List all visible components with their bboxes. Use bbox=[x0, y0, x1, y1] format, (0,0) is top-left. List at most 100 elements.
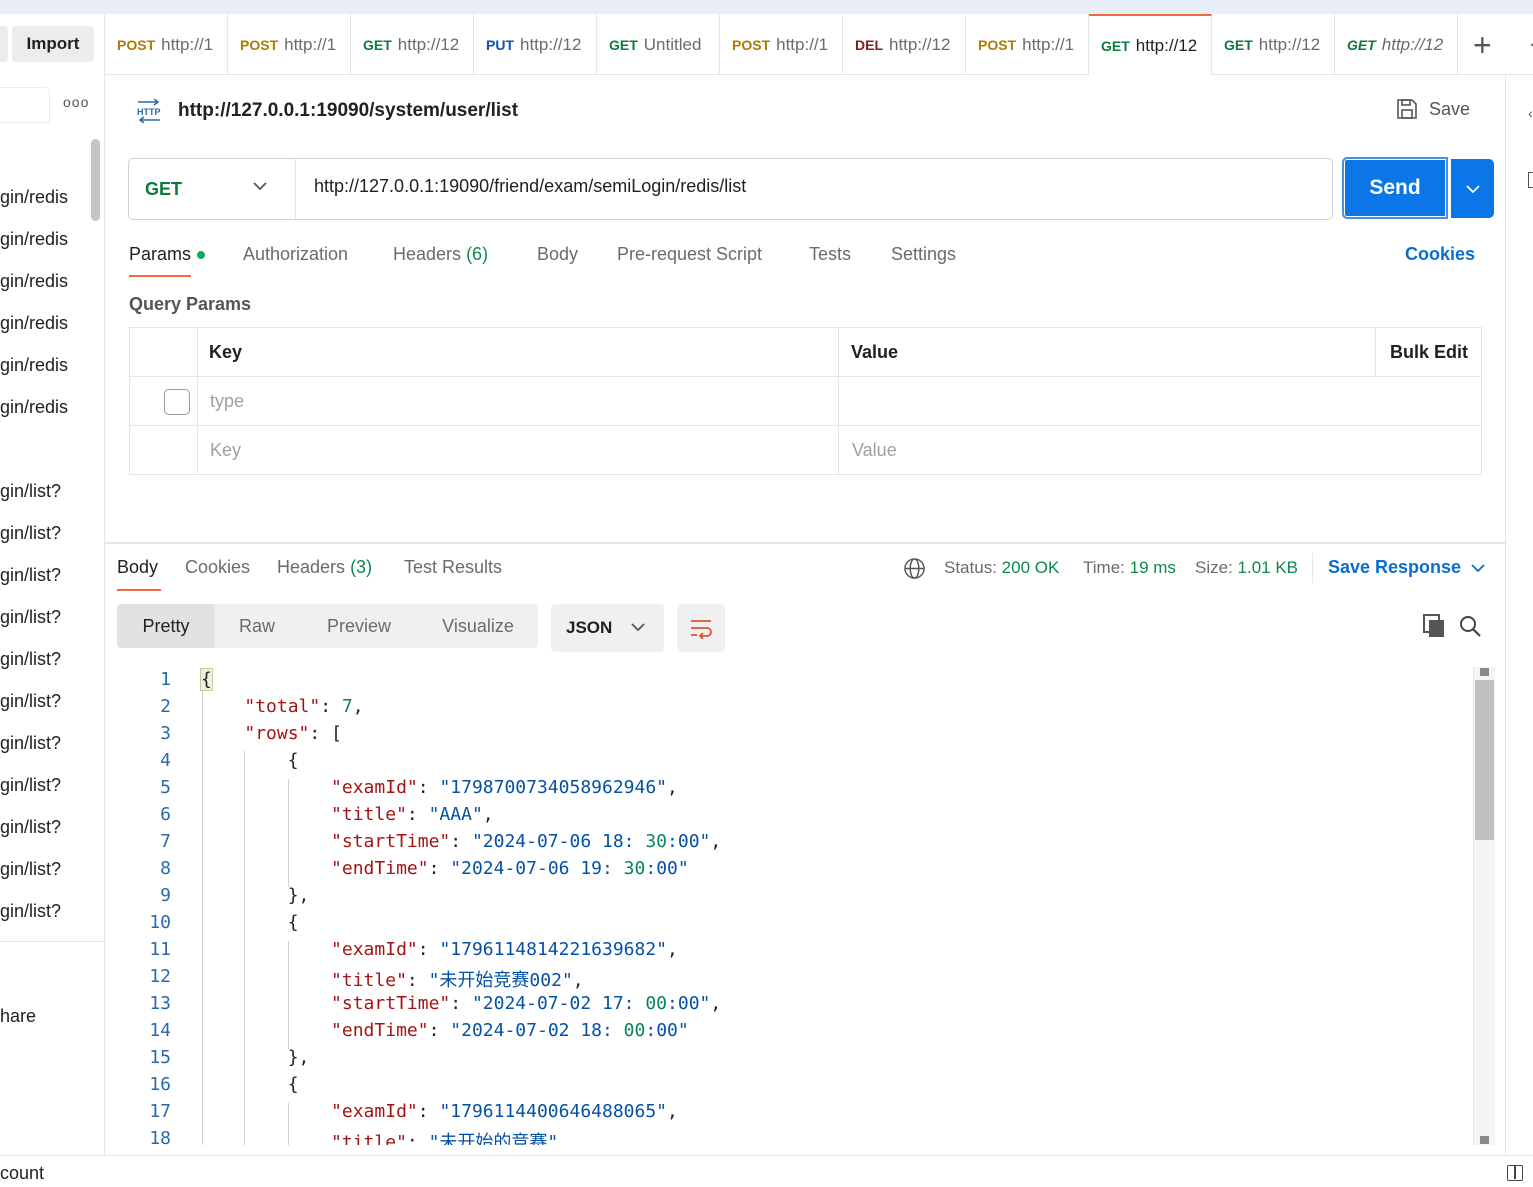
sidebar-request-item[interactable]: gin/list? bbox=[0, 607, 70, 628]
request-title[interactable]: http://127.0.0.1:19090/system/user/list bbox=[178, 100, 518, 122]
new-button[interactable] bbox=[0, 26, 8, 62]
response-time[interactable]: Time: 19 ms bbox=[1083, 558, 1176, 578]
response-size[interactable]: Size: 1.01 KB bbox=[1195, 558, 1298, 578]
response-status[interactable]: Status: 200 OK bbox=[944, 558, 1059, 578]
copy-icon[interactable] bbox=[1422, 614, 1446, 638]
sidebar-request-item[interactable]: gin/list? bbox=[0, 901, 70, 922]
tab-url-label: http://12 bbox=[1381, 34, 1444, 54]
tab-url-label: http://1 bbox=[161, 34, 214, 54]
request-tab[interactable]: POST http://1 bbox=[105, 14, 228, 75]
request-tab[interactable]: DEL http://12 bbox=[843, 14, 966, 75]
response-tab-test-results[interactable]: Test Results bbox=[404, 557, 502, 578]
chevron-down-icon bbox=[1465, 184, 1480, 193]
sidebar-request-item[interactable]: gin/redis bbox=[0, 355, 70, 376]
request-tab[interactable]: GET Untitled bbox=[597, 14, 720, 75]
new-param-value-input[interactable]: Value bbox=[852, 440, 897, 461]
tab-headers[interactable]: Headers (6) bbox=[393, 244, 488, 265]
more-options-icon[interactable]: ooo bbox=[63, 94, 89, 110]
bulk-edit-button[interactable]: Bulk Edit bbox=[1390, 342, 1468, 363]
request-tab[interactable]: GET http://12 bbox=[1212, 14, 1335, 75]
view-pretty-button[interactable]: Pretty bbox=[117, 604, 215, 648]
code-scrollbar-thumb[interactable] bbox=[1475, 680, 1494, 840]
sidebar-request-item[interactable]: gin/list? bbox=[0, 481, 70, 502]
sidebar-request-item[interactable]: gin/list? bbox=[0, 775, 70, 796]
search-icon[interactable] bbox=[1458, 614, 1482, 638]
sidebar-request-item[interactable]: gin/redis bbox=[0, 229, 70, 250]
cookies-link[interactable]: Cookies bbox=[1405, 244, 1475, 265]
tab-overflow-icon[interactable]: ⌄ bbox=[1527, 32, 1533, 53]
response-tab-headers[interactable]: Headers (3) bbox=[277, 557, 372, 578]
new-tab-icon[interactable]: + bbox=[1473, 27, 1492, 64]
send-options-button[interactable] bbox=[1451, 159, 1494, 218]
request-tab[interactable]: GET http://12 bbox=[1089, 14, 1212, 76]
line-number: 2 bbox=[160, 696, 171, 717]
tab-method-label: GET bbox=[363, 36, 392, 53]
tab-method-label: POST bbox=[117, 36, 156, 53]
sidebar-request-item[interactable]: gin/redis bbox=[0, 187, 70, 208]
tab-url-label: http://12 bbox=[397, 34, 460, 54]
url-input[interactable]: http://127.0.0.1:19090/friend/exam/semiL… bbox=[314, 176, 1314, 197]
view-visualize-button[interactable]: Visualize bbox=[419, 604, 537, 648]
request-tab[interactable]: GET http://12 bbox=[351, 14, 474, 75]
tab-params[interactable]: Params bbox=[129, 244, 206, 265]
param-enable-checkbox[interactable] bbox=[164, 389, 190, 415]
word-wrap-button[interactable] bbox=[677, 604, 725, 652]
response-divider[interactable] bbox=[105, 542, 1505, 544]
scroll-up-arrow[interactable] bbox=[1480, 668, 1489, 676]
sidebar-request-item[interactable]: gin/list? bbox=[0, 817, 70, 838]
right-panel-chevron-icon[interactable]: ‹ bbox=[1528, 105, 1533, 121]
line-number: 3 bbox=[160, 723, 171, 744]
sidebar-scrollbar[interactable] bbox=[91, 139, 100, 221]
chevron-down-icon bbox=[253, 182, 267, 191]
request-tab[interactable]: PUT http://12 bbox=[474, 14, 597, 75]
response-tab-body[interactable]: Body bbox=[117, 557, 158, 578]
sidebar-filter-input[interactable] bbox=[0, 87, 50, 123]
request-tab[interactable]: POST http://1 bbox=[720, 14, 843, 75]
svg-text:HTTP: HTTP bbox=[137, 107, 161, 117]
layout-toggle-icon[interactable] bbox=[1507, 1165, 1523, 1181]
line-number: 14 bbox=[149, 1020, 171, 1041]
response-body-code[interactable]: 1 {2 "total": 7, 3 "rows": [4 {5 "examId":… bbox=[105, 667, 1473, 1145]
tab-settings[interactable]: Settings bbox=[891, 244, 956, 265]
time-value: 19 ms bbox=[1129, 558, 1176, 577]
scroll-down-arrow[interactable] bbox=[1480, 1136, 1489, 1144]
line-number: 1 bbox=[160, 669, 171, 690]
code-line: "examId": "1796114814221639682", bbox=[331, 939, 678, 960]
param-key-input[interactable]: type bbox=[210, 391, 244, 412]
method-select[interactable]: GET bbox=[129, 159, 296, 219]
sidebar-request-item[interactable]: gin/redis bbox=[0, 271, 70, 292]
save-button[interactable]: Save bbox=[1395, 97, 1470, 121]
code-line: }, bbox=[201, 1047, 310, 1068]
status-divider bbox=[1312, 553, 1313, 583]
sidebar-request-item[interactable]: gin/list? bbox=[0, 859, 70, 880]
format-select[interactable]: JSON bbox=[551, 604, 664, 652]
view-raw-button[interactable]: Raw bbox=[215, 604, 299, 648]
tab-body[interactable]: Body bbox=[537, 244, 578, 265]
view-preview-button[interactable]: Preview bbox=[299, 604, 419, 648]
status-value: 200 OK bbox=[1001, 558, 1060, 577]
globe-icon[interactable] bbox=[903, 557, 926, 580]
sidebar-request-item[interactable]: gin/list? bbox=[0, 733, 70, 754]
line-number: 4 bbox=[160, 750, 171, 771]
save-response-button[interactable]: Save Response bbox=[1328, 557, 1485, 578]
response-tab-cookies[interactable]: Cookies bbox=[185, 557, 250, 578]
request-tab[interactable]: POST http://1 bbox=[228, 14, 351, 75]
sidebar-request-item[interactable]: gin/list? bbox=[0, 691, 70, 712]
params-active-dot bbox=[197, 251, 206, 260]
status-bar-count-label[interactable]: count bbox=[0, 1163, 44, 1184]
send-button[interactable]: Send bbox=[1342, 157, 1448, 219]
tab-tests[interactable]: Tests bbox=[809, 244, 851, 265]
new-param-key-input[interactable]: Key bbox=[210, 440, 241, 461]
sidebar-request-item[interactable]: gin/list? bbox=[0, 565, 70, 586]
request-tab[interactable]: GET http://12 bbox=[1335, 14, 1458, 75]
import-button[interactable]: Import bbox=[12, 26, 94, 62]
right-panel-icon[interactable] bbox=[1528, 172, 1533, 188]
sidebar-request-item[interactable]: gin/redis bbox=[0, 313, 70, 334]
request-tab[interactable]: POST http://1 bbox=[966, 14, 1089, 75]
tab-authorization[interactable]: Authorization bbox=[243, 244, 348, 265]
sidebar-request-item[interactable]: gin/redis bbox=[0, 397, 70, 418]
sidebar-request-item[interactable]: gin/list? bbox=[0, 523, 70, 544]
tab-prerequest-script[interactable]: Pre-request Script bbox=[617, 244, 762, 265]
sidebar-request-item[interactable]: gin/list? bbox=[0, 649, 70, 670]
sidebar-share-label[interactable]: hare bbox=[0, 1006, 36, 1027]
